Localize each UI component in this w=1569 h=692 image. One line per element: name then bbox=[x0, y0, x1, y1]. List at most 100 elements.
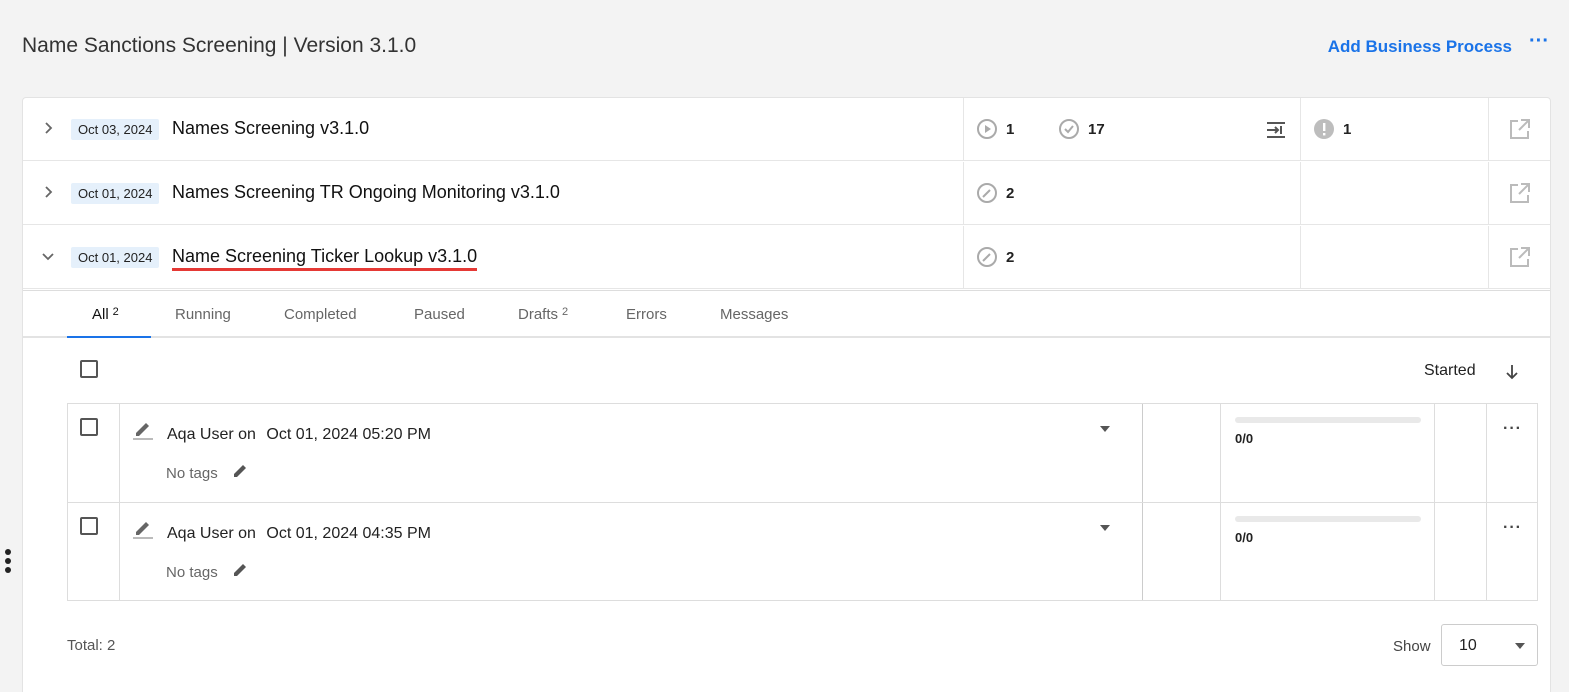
row-checkbox[interactable] bbox=[80, 517, 98, 535]
total-count: Total: 2 bbox=[67, 637, 116, 654]
show-label: Show bbox=[1393, 638, 1431, 655]
drag-handle-icon[interactable] bbox=[4, 548, 12, 574]
tab-running[interactable]: Running bbox=[175, 306, 231, 323]
tab-label: Drafts bbox=[518, 306, 559, 323]
column-divider bbox=[963, 98, 964, 160]
column-divider bbox=[119, 503, 120, 600]
process-card: Oct 03, 2024 Names Screening v3.1.0 1 17… bbox=[22, 97, 1551, 692]
running-count: 1 bbox=[1006, 120, 1015, 138]
tab-drafts[interactable]: Drafts 2 bbox=[518, 306, 568, 323]
chevron-right-icon[interactable] bbox=[40, 120, 56, 136]
process-date-badge: Oct 03, 2024 bbox=[71, 119, 160, 140]
author-name: Aqa User bbox=[167, 426, 234, 443]
page-size-value: 10 bbox=[1459, 637, 1477, 654]
migrate-icon[interactable] bbox=[1264, 118, 1288, 142]
row-more-icon[interactable]: ··· bbox=[1503, 519, 1522, 537]
draft-circle-icon bbox=[977, 247, 997, 267]
tab-completed[interactable]: Completed bbox=[284, 306, 357, 323]
row-checkbox[interactable] bbox=[80, 418, 98, 436]
column-divider bbox=[1300, 162, 1301, 224]
row-more-icon[interactable]: ··· bbox=[1503, 420, 1522, 438]
process-name[interactable]: Names Screening v3.1.0 bbox=[172, 118, 369, 139]
running-stat[interactable]: 1 bbox=[976, 118, 1014, 140]
author-line: Aqa User on Oct 01, 2024 04:35 PM bbox=[167, 525, 431, 543]
list-item[interactable]: Aqa User on Oct 01, 2024 04:35 PM No tag… bbox=[68, 502, 1537, 600]
progress-bar bbox=[1235, 417, 1421, 423]
check-circle-icon bbox=[1059, 119, 1079, 139]
draft-stat[interactable]: 2 bbox=[976, 246, 1014, 268]
active-tab-indicator bbox=[67, 336, 151, 338]
column-divider bbox=[1220, 503, 1221, 600]
pencil-icon bbox=[133, 423, 153, 440]
tab-label: Errors bbox=[626, 306, 667, 323]
column-divider bbox=[1300, 226, 1301, 288]
open-external-icon[interactable] bbox=[1509, 118, 1531, 140]
process-name[interactable]: Names Screening TR Ongoing Monitoring v3… bbox=[172, 182, 560, 203]
list-item[interactable]: Aqa User on Oct 01, 2024 05:20 PM No tag… bbox=[68, 404, 1537, 502]
tab-label: Messages bbox=[720, 306, 789, 323]
column-divider bbox=[1488, 226, 1489, 288]
error-stat[interactable]: 1 bbox=[1313, 118, 1351, 140]
draft-stat[interactable]: 2 bbox=[976, 182, 1014, 204]
tab-label: Completed bbox=[284, 306, 357, 323]
draft-count: 2 bbox=[1006, 184, 1015, 202]
edit-tags-icon[interactable] bbox=[232, 463, 248, 479]
instance-list: Aqa User on Oct 01, 2024 05:20 PM No tag… bbox=[67, 403, 1538, 601]
process-row[interactable]: Oct 01, 2024 Names Screening TR Ongoing … bbox=[23, 162, 1550, 225]
progress-text: 0/0 bbox=[1235, 530, 1254, 545]
tab-errors[interactable]: Errors bbox=[626, 306, 667, 323]
chevron-right-icon[interactable] bbox=[40, 184, 56, 200]
caret-down-icon[interactable] bbox=[1100, 426, 1110, 432]
caret-down-icon[interactable] bbox=[1100, 525, 1110, 531]
timestamp: Oct 01, 2024 04:35 PM bbox=[266, 525, 431, 542]
completed-stat[interactable]: 17 bbox=[1058, 118, 1105, 140]
chevron-down-icon[interactable] bbox=[40, 248, 56, 264]
draft-circle-icon bbox=[977, 183, 997, 203]
author-line: Aqa User on Oct 01, 2024 05:20 PM bbox=[167, 426, 431, 444]
sort-label[interactable]: Started bbox=[1424, 362, 1476, 380]
column-divider bbox=[963, 162, 964, 224]
process-date-badge: Oct 01, 2024 bbox=[71, 183, 160, 204]
edit-tags-icon[interactable] bbox=[232, 562, 248, 578]
header-more-icon[interactable]: ··· bbox=[1529, 30, 1549, 53]
tab-all[interactable]: All 2 bbox=[92, 306, 119, 323]
column-divider bbox=[963, 226, 964, 288]
process-row[interactable]: Oct 01, 2024 Name Screening Ticker Looku… bbox=[23, 226, 1550, 289]
error-circle-icon bbox=[1314, 119, 1334, 139]
column-divider bbox=[1488, 162, 1489, 224]
add-business-process-link[interactable]: Add Business Process bbox=[1328, 37, 1512, 57]
column-divider bbox=[1220, 404, 1221, 502]
process-date-badge: Oct 01, 2024 bbox=[71, 247, 160, 268]
column-divider bbox=[1142, 404, 1143, 502]
select-all-checkbox[interactable] bbox=[80, 360, 98, 378]
open-external-icon[interactable] bbox=[1509, 246, 1531, 268]
progress-text: 0/0 bbox=[1235, 431, 1254, 446]
arrow-down-icon[interactable] bbox=[1504, 363, 1520, 381]
pencil-icon bbox=[133, 522, 153, 539]
instance-tabs: All 2 Running Completed Paused Drafts 2 Er… bbox=[23, 290, 1550, 338]
error-count: 1 bbox=[1343, 120, 1352, 138]
process-name[interactable]: Name Screening Ticker Lookup v3.1.0 bbox=[172, 246, 478, 271]
completed-count: 17 bbox=[1088, 120, 1105, 138]
tab-messages[interactable]: Messages bbox=[720, 306, 788, 323]
process-row[interactable]: Oct 03, 2024 Names Screening v3.1.0 1 17… bbox=[23, 98, 1550, 161]
column-divider bbox=[1434, 503, 1435, 600]
column-divider bbox=[119, 404, 120, 502]
column-divider bbox=[1486, 404, 1487, 502]
timestamp: Oct 01, 2024 05:20 PM bbox=[266, 426, 431, 443]
open-external-icon[interactable] bbox=[1509, 182, 1531, 204]
column-divider bbox=[1434, 404, 1435, 502]
caret-down-icon bbox=[1515, 643, 1525, 649]
page-title: Name Sanctions Screening | Version 3.1.0 bbox=[22, 34, 417, 57]
tab-paused[interactable]: Paused bbox=[414, 306, 465, 323]
author-on: on bbox=[238, 426, 256, 443]
column-divider bbox=[1142, 503, 1143, 600]
tags-label: No tags bbox=[166, 465, 218, 482]
draft-count: 2 bbox=[1006, 248, 1015, 266]
page-header: Name Sanctions Screening | Version 3.1.0… bbox=[22, 30, 1551, 62]
tab-label: All bbox=[92, 306, 109, 323]
page-size-select[interactable]: 10 bbox=[1441, 624, 1538, 666]
play-circle-icon bbox=[977, 119, 997, 139]
column-divider bbox=[1486, 503, 1487, 600]
tab-count: 2 bbox=[562, 306, 569, 318]
